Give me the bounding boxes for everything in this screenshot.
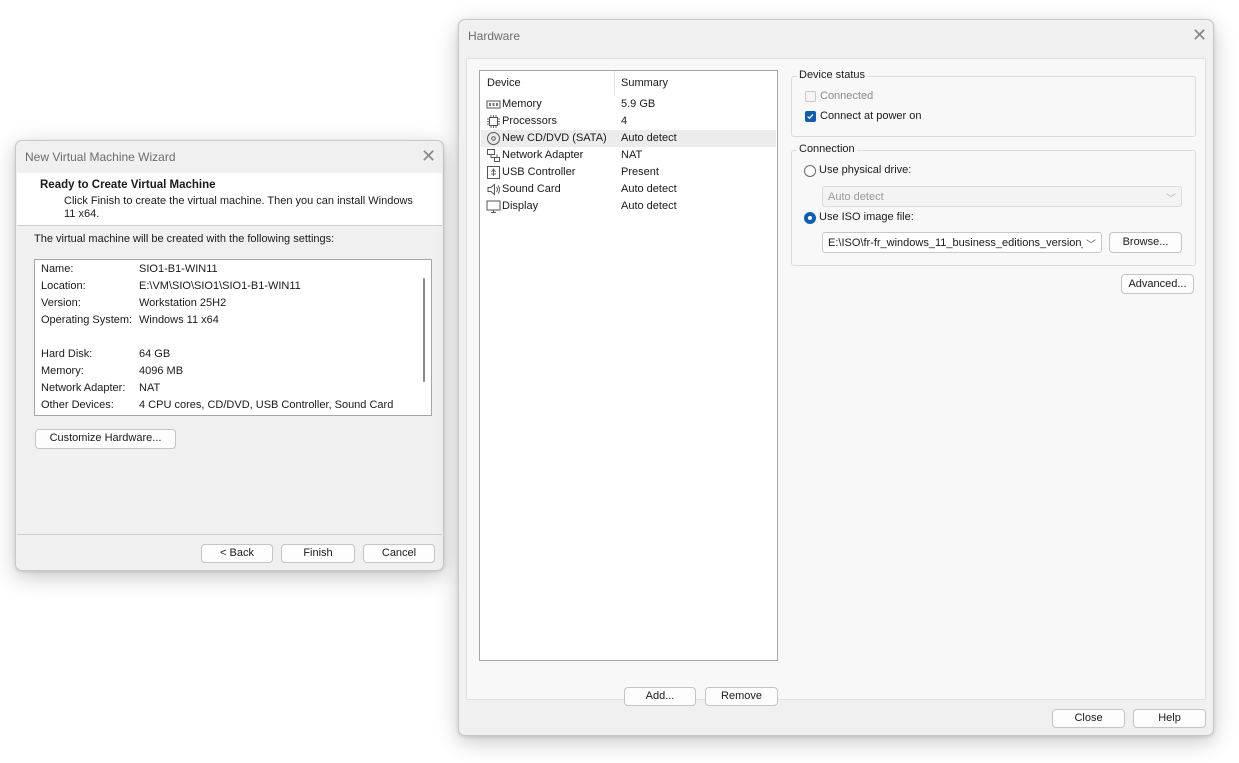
connect-at-power-on-label: Connect at power on xyxy=(820,110,922,122)
device-summary: 4 xyxy=(621,115,628,127)
device-row-sound-card[interactable]: Sound Card Auto detect xyxy=(481,181,776,198)
device-name: Sound Card xyxy=(502,183,561,195)
settings-key: Version: xyxy=(41,297,81,309)
hardware-close-icon[interactable]: ✕ xyxy=(1192,26,1207,44)
column-separator xyxy=(614,71,615,95)
settings-value: 4 CPU cores, CD/DVD, USB Controller, Sou… xyxy=(139,399,394,411)
wizard-subtext: Click Finish to create the virtual machi… xyxy=(64,195,413,220)
help-button[interactable]: Help xyxy=(1133,709,1206,728)
settings-value: 64 GB xyxy=(139,348,171,360)
use-physical-drive-radio[interactable] xyxy=(804,165,816,177)
device-status-group: Device status Connected Connect at power… xyxy=(791,69,1196,137)
physical-drive-value: Auto detect xyxy=(828,191,884,203)
remove-button[interactable]: Remove xyxy=(705,687,778,706)
device-name: Display xyxy=(502,200,539,212)
customize-hardware-button[interactable]: Customize Hardware... xyxy=(35,429,176,449)
wizard-title: New Virtual Machine Wizard xyxy=(25,150,176,164)
hardware-title: Hardware xyxy=(468,29,521,43)
iso-path-combobox[interactable]: E:\ISO\fr-fr_windows_11_business_edition… xyxy=(822,232,1102,253)
wizard-divider xyxy=(17,534,442,535)
settings-key: Other Devices: xyxy=(41,399,114,411)
settings-key: Operating System: xyxy=(41,314,133,326)
advanced-button[interactable]: Advanced... xyxy=(1121,274,1194,294)
column-header-summary[interactable]: Summary xyxy=(621,77,668,89)
chevron-down-icon: ﹀ xyxy=(1166,194,1176,205)
device-name: Processors xyxy=(502,115,558,127)
device-summary: Auto detect xyxy=(621,132,677,144)
settings-value: Windows 11 x64 xyxy=(139,314,219,326)
settings-value: 4096 MB xyxy=(139,365,184,377)
settings-key: Network Adapter: xyxy=(41,382,126,394)
connection-label: Connection xyxy=(797,143,857,155)
device-row-new-cd-dvd-sata[interactable]: New CD/DVD (SATA) Auto detect xyxy=(481,130,776,147)
memory-icon xyxy=(486,97,501,112)
processor-icon xyxy=(486,114,501,129)
wizard-intro: The virtual machine will be created with… xyxy=(34,233,335,245)
physical-drive-select: Auto detect ﹀ xyxy=(822,186,1182,207)
settings-key: Location: xyxy=(41,280,86,292)
hardware-window: Hardware ✕ Device Summary Memory 5.9 GB Pr… xyxy=(458,19,1214,736)
display-icon xyxy=(486,199,501,214)
add-button[interactable]: Add... xyxy=(624,687,696,706)
device-name: Network Adapter xyxy=(502,149,584,161)
device-row-network-adapter[interactable]: Network Adapter NAT xyxy=(481,147,776,164)
iso-path-value: E:\ISO\fr-fr_windows_11_business_edition… xyxy=(828,237,1088,249)
device-row-processors[interactable]: Processors 4 xyxy=(481,113,776,130)
use-iso-image-label: Use ISO image file: xyxy=(819,211,914,223)
close-button[interactable]: Close xyxy=(1052,709,1125,728)
finish-button[interactable]: Finish xyxy=(281,544,355,563)
settings-key: Memory: xyxy=(41,365,84,377)
use-physical-drive-label: Use physical drive: xyxy=(819,164,912,176)
settings-scrollbar[interactable] xyxy=(423,278,425,382)
settings-key: Hard Disk: xyxy=(41,348,93,360)
device-name: Memory xyxy=(502,98,542,110)
column-header-device[interactable]: Device xyxy=(487,77,521,89)
connect-at-power-on-checkbox[interactable] xyxy=(805,111,816,122)
network-adapter-icon xyxy=(486,148,501,163)
settings-value: E:\VM\SIO\SIO1\SIO1-B1-WIN11 xyxy=(139,280,301,292)
connected-label: Connected xyxy=(820,90,874,102)
device-summary: 5.9 GB xyxy=(621,98,656,110)
device-row-memory[interactable]: Memory 5.9 GB xyxy=(481,96,776,113)
settings-value: NAT xyxy=(139,382,161,394)
connected-checkbox[interactable] xyxy=(805,91,816,102)
device-summary: Present xyxy=(621,166,659,178)
device-status-label: Device status xyxy=(797,69,868,81)
settings-value: SIO1-B1-WIN11 xyxy=(139,263,218,275)
back-button[interactable]: < Back xyxy=(201,544,273,563)
chevron-down-icon[interactable]: ﹀ xyxy=(1083,236,1096,251)
device-row-display[interactable]: Display Auto detect xyxy=(481,198,776,215)
hardware-panel: Device Summary Memory 5.9 GB Processors 4 Ne… xyxy=(466,58,1206,706)
browse-button[interactable]: Browse... xyxy=(1109,232,1182,253)
device-list[interactable]: Device Summary Memory 5.9 GB Processors 4 Ne… xyxy=(479,70,778,661)
device-summary: Auto detect xyxy=(621,183,677,195)
wizard-heading: Ready to Create Virtual Machine xyxy=(40,179,216,191)
cancel-button[interactable]: Cancel xyxy=(363,544,435,563)
settings-value: Workstation 25H2 xyxy=(139,297,227,309)
wizard-header: Ready to Create Virtual Machine Click Fi… xyxy=(17,173,442,226)
device-name: USB Controller xyxy=(502,166,576,178)
settings-summary-list[interactable]: Name: SIO1-B1-WIN11 Location: E:\VM\SIO\SIO… xyxy=(34,259,432,416)
connection-group: Connection Use physical drive: Auto dete… xyxy=(791,143,1196,266)
device-summary: NAT xyxy=(621,149,643,161)
cd-dvd-icon xyxy=(486,131,501,146)
settings-key: Name: xyxy=(41,263,74,275)
sound-icon xyxy=(486,182,501,197)
wizard-close-icon[interactable]: ✕ xyxy=(421,147,436,165)
use-iso-image-radio[interactable] xyxy=(804,212,816,224)
device-name: New CD/DVD (SATA) xyxy=(502,132,607,144)
device-row-usb-controller[interactable]: USB Controller Present xyxy=(481,164,776,181)
device-summary: Auto detect xyxy=(621,200,677,212)
new-vm-wizard-window: New Virtual Machine Wizard ✕ Ready to Cr… xyxy=(15,140,444,571)
usb-icon xyxy=(486,165,501,180)
